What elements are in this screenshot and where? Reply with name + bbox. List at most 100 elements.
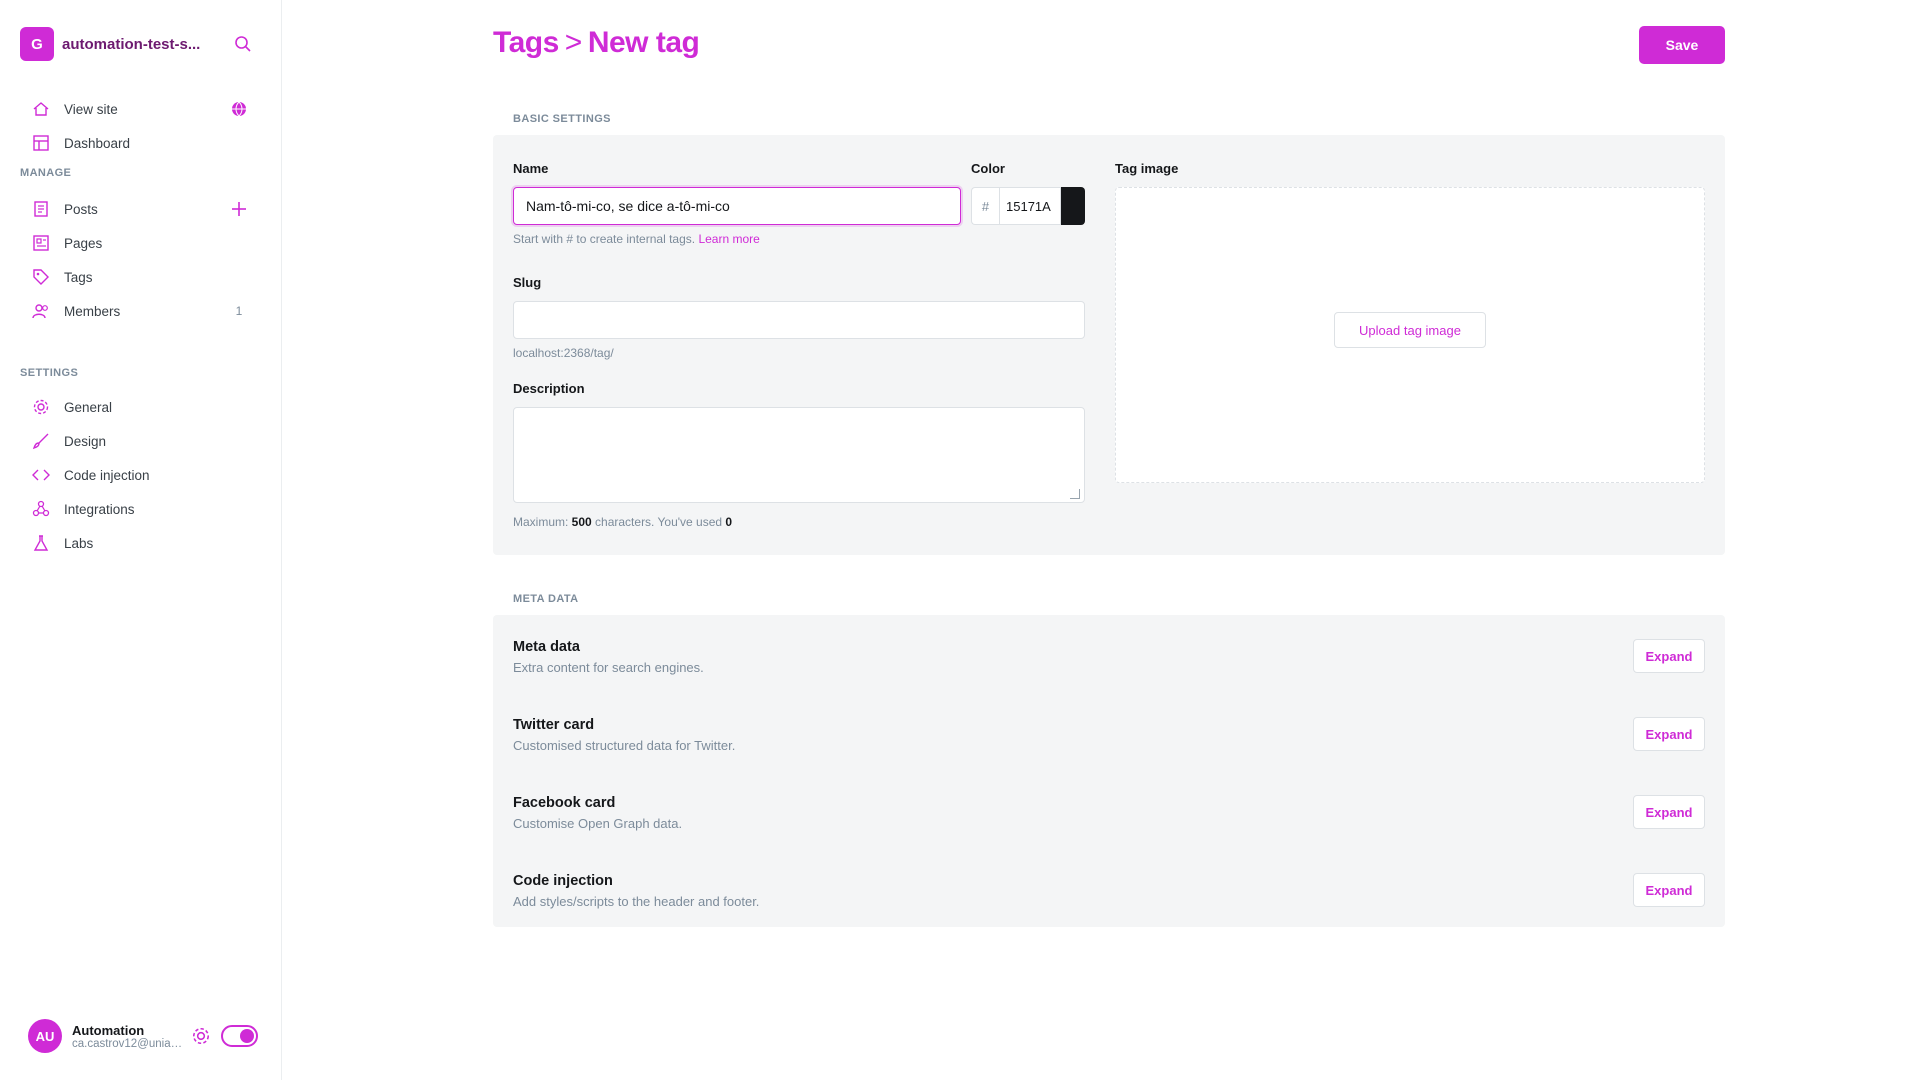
dark-mode-toggle[interactable] [220, 1025, 258, 1047]
integrations-icon [30, 498, 52, 520]
upload-tag-image-button[interactable]: Upload tag image [1334, 312, 1486, 348]
meta-row-description: Extra content for search engines. [513, 660, 704, 675]
description-textarea[interactable] [513, 407, 1085, 503]
avatar: AU [28, 1019, 62, 1053]
meta-row-description: Add styles/scripts to the header and foo… [513, 894, 760, 909]
globe-icon[interactable] [228, 98, 250, 120]
nav-item-label: Posts [64, 201, 98, 217]
nav-item-general[interactable]: General [30, 390, 250, 424]
nav-item-label: Code injection [64, 467, 150, 483]
main-content: Tags > New tag Save BASIC SETTINGS Name … [283, 0, 1920, 1080]
meta-row-title: Code injection [513, 873, 613, 889]
nav-item-label: View site [64, 101, 118, 117]
slug-input[interactable] [513, 301, 1085, 339]
plus-icon[interactable] [228, 198, 250, 220]
save-button[interactable]: Save [1639, 26, 1725, 64]
meta-row-title: Meta data [513, 639, 580, 655]
user-info: Automation ca.castrov12@uniandes.edu.co [72, 1023, 183, 1050]
nav-item-members[interactable]: Members 1 [30, 294, 250, 328]
user-menu[interactable]: AU Automation ca.castrov12@uniandes.edu.… [28, 1014, 258, 1058]
color-swatch[interactable] [1061, 187, 1085, 225]
meta-data-panel: Meta data Extra content for search engin… [493, 615, 1725, 927]
nav-item-label: Members [64, 303, 121, 319]
dashboard-icon [30, 132, 52, 154]
breadcrumb: Tags > New tag [493, 26, 700, 60]
expand-twitter-card-button[interactable]: Expand [1633, 717, 1705, 751]
nav-item-code-injection[interactable]: Code injection [30, 458, 250, 492]
nav-item-posts[interactable]: Posts [30, 192, 250, 226]
settings-heading: SETTINGS [20, 367, 79, 379]
posts-icon [30, 198, 52, 220]
nav-manage: Posts Pages Tags Members 1 [30, 192, 250, 328]
nav-item-label: Integrations [64, 501, 135, 517]
breadcrumb-tags-link[interactable]: Tags [493, 26, 559, 60]
meta-data-row: Meta data Extra content for search engin… [513, 633, 1705, 691]
meta-row-description: Customised structured data for Twitter. [513, 738, 736, 753]
flask-icon [30, 532, 52, 554]
expand-facebook-card-button[interactable]: Expand [1633, 795, 1705, 829]
nav-top: View site Dashboard [30, 92, 250, 160]
facebook-card-row: Facebook card Customise Open Graph data.… [513, 789, 1705, 847]
color-label: Color [971, 161, 1005, 176]
brush-icon [30, 430, 52, 452]
desc-hint-max: 500 [571, 515, 592, 529]
desc-hint-used: 0 [725, 515, 733, 529]
gear-icon [30, 396, 52, 418]
site-logo: G [20, 27, 54, 61]
nav-item-integrations[interactable]: Integrations [30, 492, 250, 526]
user-email: ca.castrov12@uniandes.edu.co [72, 1037, 183, 1050]
meta-row-title: Twitter card [513, 717, 595, 733]
name-hint-text: Start with # to create internal tags. [513, 232, 696, 246]
manage-heading: MANAGE [20, 167, 72, 179]
nav-settings: General Design Code injection Integratio… [30, 390, 250, 560]
slug-label: Slug [513, 275, 542, 290]
members-count: 1 [235, 304, 243, 318]
description-hint: Maximum: 500 characters. You've used 0 [513, 515, 732, 529]
user-name: Automation [72, 1022, 145, 1038]
tag-image-label: Tag image [1115, 161, 1179, 176]
tag-icon [30, 266, 52, 288]
description-label: Description [513, 381, 585, 396]
twitter-card-row: Twitter card Customised structured data … [513, 711, 1705, 769]
nav-item-design[interactable]: Design [30, 424, 250, 458]
tag-image-dropzone[interactable]: Upload tag image [1115, 187, 1705, 483]
meta-row-description: Customise Open Graph data. [513, 816, 683, 831]
nav-item-label: Dashboard [64, 135, 131, 151]
breadcrumb-separator: > [564, 26, 583, 59]
nav-item-label: Design [64, 433, 107, 449]
page-title: New tag [587, 26, 700, 59]
color-input[interactable]: 15171A [999, 187, 1061, 225]
name-hint: Start with # to create internal tags. Le… [513, 232, 760, 246]
nav-item-dashboard[interactable]: Dashboard [30, 126, 250, 160]
nav-item-label: Tags [64, 269, 93, 285]
nav-item-label: Pages [64, 235, 103, 251]
expand-meta-data-button[interactable]: Expand [1633, 639, 1705, 673]
resize-handle-icon[interactable] [1070, 489, 1080, 499]
nav-item-view-site[interactable]: View site [30, 92, 250, 126]
nav-item-label: General [64, 399, 113, 415]
desc-hint-mid: characters. You've used [591, 515, 726, 529]
site-title: automation-test-s... [62, 35, 201, 53]
home-icon [30, 98, 52, 120]
name-label: Name [513, 161, 549, 176]
meta-row-title: Facebook card [513, 795, 616, 811]
settings-gear-icon[interactable] [191, 1025, 211, 1047]
search-icon[interactable] [232, 33, 254, 55]
site-header[interactable]: G automation-test-s... [20, 24, 254, 64]
nav-item-tags[interactable]: Tags [30, 260, 250, 294]
members-icon [30, 300, 52, 322]
basic-settings-label: BASIC SETTINGS [513, 113, 611, 125]
slug-hint: localhost:2368/tag/ [513, 346, 614, 360]
color-picker[interactable]: # 15171A [971, 187, 1085, 225]
learn-more-link[interactable]: Learn more [698, 232, 759, 246]
name-input[interactable]: Nam-tô-mi-co, se dice a-tô-mi-co [513, 187, 961, 225]
meta-data-label: META DATA [513, 593, 579, 605]
code-injection-row: Code injection Add styles/scripts to the… [513, 867, 1705, 925]
expand-code-injection-button[interactable]: Expand [1633, 873, 1705, 907]
nav-item-label: Labs [64, 535, 94, 551]
desc-hint-prefix: Maximum: [513, 515, 572, 529]
color-hash: # [971, 187, 999, 225]
code-icon [30, 464, 52, 486]
nav-item-pages[interactable]: Pages [30, 226, 250, 260]
nav-item-labs[interactable]: Labs [30, 526, 250, 560]
